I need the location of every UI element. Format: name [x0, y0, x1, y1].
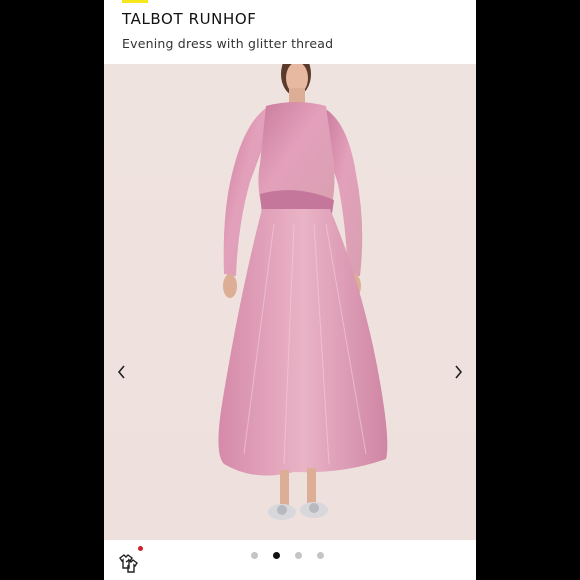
model-illustration [218, 64, 388, 520]
pagination-dot[interactable] [295, 552, 302, 559]
chevron-left-icon [117, 365, 125, 379]
pagination-dot[interactable] [317, 552, 324, 559]
accent-bar [122, 0, 148, 3]
previous-image-button[interactable] [110, 360, 134, 384]
compare-button[interactable] [116, 546, 144, 574]
pagination-dot-active[interactable] [273, 552, 280, 559]
compare-garments-icon [119, 554, 138, 573]
brand-name[interactable]: TALBOT RUNHOF [122, 10, 257, 28]
chevron-right-icon [455, 365, 463, 379]
pagination-dot[interactable] [251, 552, 258, 559]
gallery-footer [104, 540, 476, 580]
product-card: TALBOT RUNHOF Evening dress with glitter… [104, 0, 476, 580]
pagination-dots [251, 552, 324, 559]
product-image[interactable] [104, 64, 476, 540]
next-image-button[interactable] [446, 360, 470, 384]
product-title: Evening dress with glitter thread [122, 36, 334, 51]
notification-dot [138, 546, 143, 551]
